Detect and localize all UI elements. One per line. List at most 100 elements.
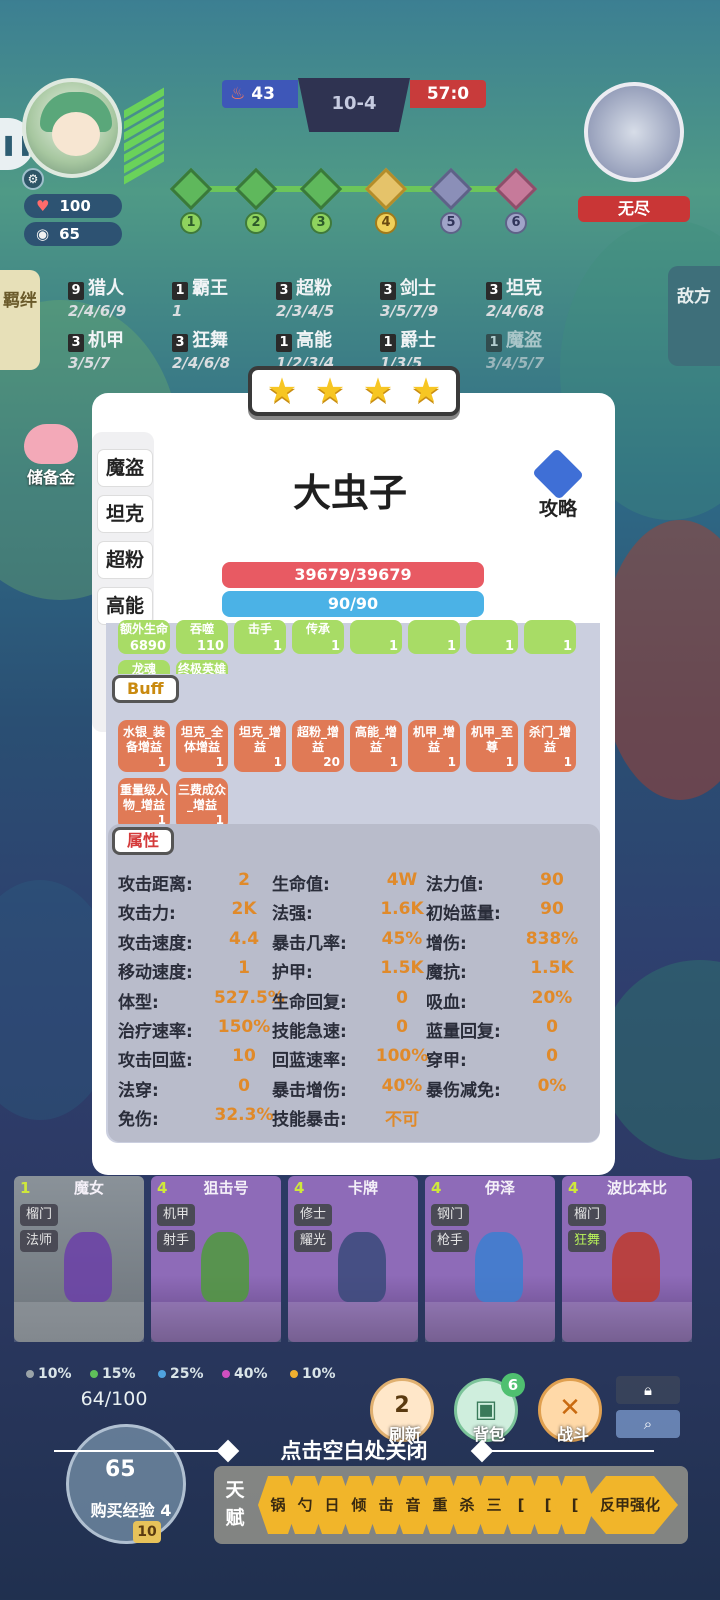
attribute-value: 1.5K [380, 958, 424, 979]
close-hint[interactable]: 点击空白处关闭 [54, 1434, 654, 1468]
enemy-avatar[interactable] [584, 82, 684, 182]
attribute-key: 法力值: [426, 875, 484, 895]
equip-chip[interactable]: 1 [408, 620, 460, 654]
buff-chip[interactable]: 三费成众_增益 1 [176, 778, 228, 830]
tier-odd: 25% [158, 1366, 204, 1382]
battle-button[interactable]: ✕ 战斗 [538, 1378, 602, 1444]
equip-chip[interactable]: 1 [350, 620, 402, 654]
equip-chip[interactable]: 击手 1 [234, 620, 286, 654]
attribute-cell: 攻击距离: 2 [118, 870, 274, 895]
tier-dot [290, 1370, 298, 1378]
unit-sprite [201, 1232, 249, 1302]
shop-card[interactable]: 4 波比本比 榴门 狂舞 [562, 1176, 692, 1342]
trait-tiers: 3/5/7 [68, 354, 111, 372]
buff-chip[interactable]: 杀门_增益 1 [524, 720, 576, 772]
attribute-cell: 魔抗: 1.5K [426, 958, 582, 983]
unit-trait-tag[interactable]: 高能 [98, 588, 152, 624]
round-number: 1 [180, 212, 202, 234]
tier-odd: 40% [222, 1366, 268, 1382]
attribute-key: 魔抗: [426, 963, 467, 984]
buff-chip[interactable]: 坦克_全体增益 1 [176, 720, 228, 772]
lock-icon[interactable]: 🔒︎ [616, 1376, 680, 1404]
trait-tiers: 2/4/6/8 [486, 302, 545, 320]
attribute-cell: 初始蓝量: 90 [426, 899, 582, 924]
refresh-button[interactable]: 2 刷新 [370, 1378, 434, 1444]
card-cost: 4 [431, 1179, 442, 1197]
buff-chip[interactable]: 机甲_至尊 1 [466, 720, 518, 772]
attribute-value: 2 [238, 870, 250, 890]
divider [484, 1450, 654, 1452]
card-footer [151, 1302, 281, 1342]
trait-item: 3 超粉 2/3/4/5 [276, 274, 376, 320]
tier-odd-value: 40% [234, 1366, 268, 1382]
attribute-cell: 回蓝速率: 100% [272, 1046, 428, 1071]
tier-dot [158, 1370, 166, 1378]
tier-dot [222, 1370, 230, 1378]
equip-label: 传承 [305, 622, 330, 636]
attribute-key: 移动速度: [118, 963, 193, 984]
guide-button[interactable]: 攻略 [528, 447, 588, 522]
equip-chip[interactable]: 吞噬 110 [176, 620, 228, 654]
equip-chip[interactable]: 1 [466, 620, 518, 654]
player-coins-pill: ◉ 65 [24, 222, 122, 246]
stage-indicator: 10-4 [298, 78, 410, 132]
shop-card[interactable]: 4 伊泽 钢门 枪手 [425, 1176, 555, 1342]
attribute-cell: 增伤: 838% [426, 929, 582, 954]
equip-chip[interactable]: 1 [524, 620, 576, 654]
buff-value: 1 [273, 755, 282, 769]
backpack-icon: ▣ [474, 1395, 498, 1423]
synergy-tab[interactable]: 羁绊 [0, 270, 40, 370]
equip-chip[interactable]: 额外生命 6890 [118, 620, 170, 654]
buy-xp-label: 购买经验 [90, 1501, 155, 1520]
shop-card[interactable]: 4 狙击号 机甲 射手 [151, 1176, 281, 1342]
buff-label: 坦克_全体增益 [180, 725, 223, 754]
xp-progress: 64/100 [80, 1388, 148, 1410]
unit-trait-tag[interactable]: 魔盗 [98, 450, 152, 486]
shop-card[interactable]: 4 卡牌 修士 耀光 [288, 1176, 418, 1342]
attribute-key: 蓝量回复: [426, 1022, 501, 1042]
equip-chip[interactable]: 传承 1 [292, 620, 344, 654]
equip-chip[interactable]: 终极英雄 [176, 660, 228, 674]
buff-chip[interactable]: 机甲_增益 1 [408, 720, 460, 772]
player-avatar[interactable] [22, 78, 122, 178]
buff-value: 1 [563, 755, 572, 769]
equip-chip[interactable]: 龙魂 [118, 660, 170, 674]
card-header: 4 狙击号 [151, 1176, 281, 1200]
piggy-bank[interactable]: 储备金 [18, 424, 84, 494]
buff-list: 水银_装备增益 1 坦克_全体增益 1 坦克_增益 1 超粉_增益 20 高能_增益 1 … [118, 720, 588, 830]
round-node [299, 167, 343, 211]
buff-value: 1 [447, 755, 456, 769]
equip-label: 吞噬 [189, 622, 214, 636]
buff-chip[interactable]: 水银_装备增益 1 [118, 720, 170, 772]
hp-bar: 39679/39679 [222, 562, 484, 588]
talent-hex[interactable]: 反甲强化 [582, 1476, 678, 1534]
enemy-tab[interactable]: 敌方 [668, 266, 720, 366]
trait-count: 3 [380, 282, 396, 300]
buff-chip[interactable]: 坦克_增益 1 [234, 720, 286, 772]
card-header: 4 卡牌 [288, 1176, 418, 1200]
round-number: 4 [375, 212, 397, 234]
buff-chip[interactable]: 重量级人物_增益 1 [118, 778, 170, 830]
attribute-value: 0 [546, 1017, 558, 1037]
buff-chip[interactable]: 高能_增益 1 [350, 720, 402, 772]
equip-label: 终极英雄 [177, 662, 226, 674]
buff-section-title: Buff [112, 675, 179, 703]
attribute-cell: 生命值: 4W [272, 870, 428, 895]
equipment-row-2: 龙魂 终极英雄 [118, 660, 228, 674]
bag-button[interactable]: ▣ 6 背包 [454, 1373, 525, 1444]
gear-icon[interactable]: ⚙ [22, 168, 44, 190]
shop-card[interactable]: 1 魔女 榴门 法师 [14, 1176, 144, 1342]
flame-icon: ♨ [230, 84, 246, 104]
card-header: 4 波比本比 [562, 1176, 692, 1200]
unit-trait-tag[interactable]: 坦克 [98, 496, 152, 532]
attribute-value: 150% [217, 1017, 271, 1037]
attribute-value: 90 [540, 899, 564, 920]
trait-item: 3 坦克 2/4/6/8 [486, 274, 586, 320]
close-hint-text: 点击空白处关闭 [280, 1439, 428, 1463]
unit-trait-tag[interactable]: 超粉 [98, 542, 152, 578]
attribute-section-title: 属性 [112, 827, 175, 855]
buff-chip[interactable]: 超粉_增益 20 [292, 720, 344, 772]
attribute-value: 527.5% [214, 987, 285, 1008]
card-trait: 耀光 [294, 1230, 332, 1252]
trait-count: 1 [172, 282, 188, 300]
